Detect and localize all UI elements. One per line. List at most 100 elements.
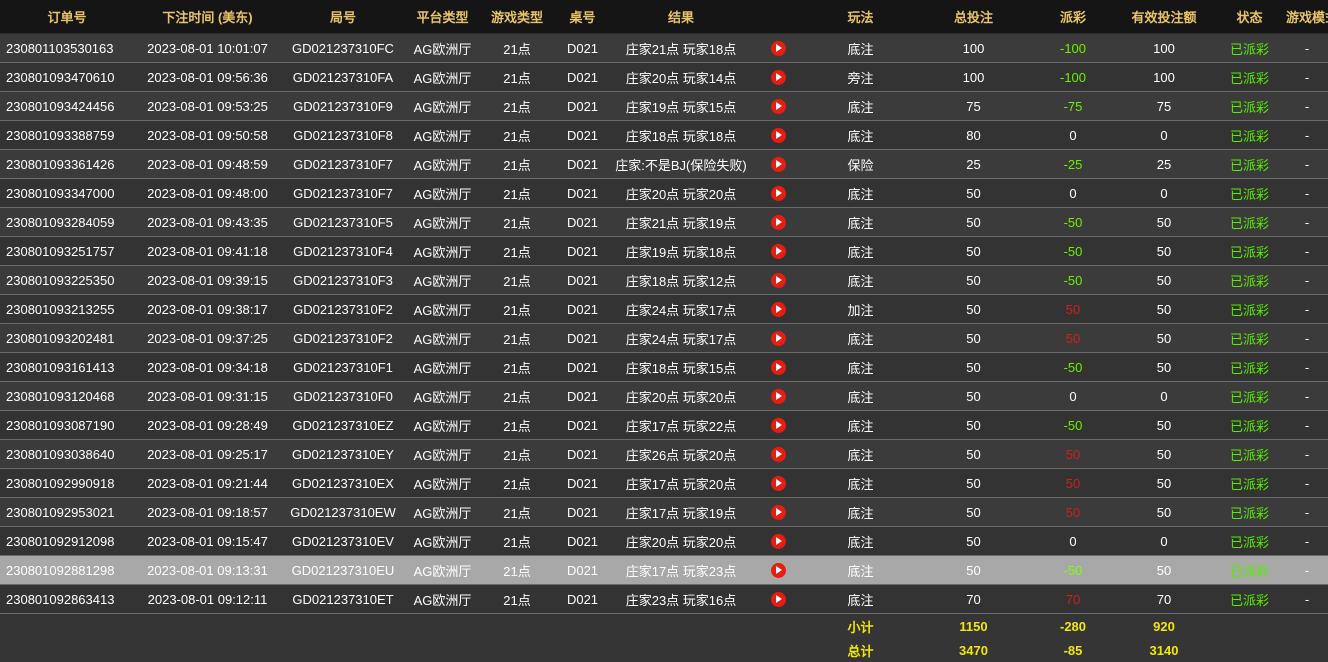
cell-play: 底注 [805,439,916,469]
cell-table-no: D021 [554,294,611,324]
replay-play-icon[interactable] [770,533,786,549]
table-row[interactable]: 230801093470610 2023-08-01 09:56:36 GD0212… [0,62,1328,92]
cell-game-type: 21点 [480,468,554,498]
replay-play-icon[interactable] [770,446,786,462]
cell-payout: -50 [1031,352,1115,382]
cell-table-no: D021 [554,323,611,353]
cell-valid-bet: 100 [1115,33,1213,63]
cell-total-bet: 50 [916,352,1031,382]
replay-play-icon[interactable] [770,185,786,201]
cell-game-mode: - [1286,91,1328,121]
cell-play: 底注 [805,584,916,614]
cell-result: 庄家20点 玩家20点 [611,526,751,556]
replay-play-icon[interactable] [770,359,786,375]
table-row[interactable]: 230801093361426 2023-08-01 09:48:59 GD0212… [0,149,1328,179]
replay-play-icon[interactable] [770,156,786,172]
cell-bet-time: 2023-08-01 09:12:11 [134,584,281,614]
cell-result: 庄家18点 玩家12点 [611,265,751,295]
cell-result: 庄家17点 玩家20点 [611,468,751,498]
cell-game-mode: - [1286,62,1328,92]
replay-play-icon[interactable] [770,475,786,491]
table-row[interactable]: 230801093213255 2023-08-01 09:38:17 GD0212… [0,294,1328,324]
cell-payout: -50 [1031,410,1115,440]
table-row[interactable]: 230801093251757 2023-08-01 09:41:18 GD0212… [0,236,1328,266]
cell-status: 已派彩 [1213,352,1286,382]
replay-play-icon[interactable] [770,98,786,114]
cell-order-id: 230801093361426 [0,149,134,179]
cell-status: 已派彩 [1213,120,1286,150]
cell-round-id: GD021237310F1 [281,352,405,382]
table-row[interactable]: 230801092990918 2023-08-01 09:21:44 GD0212… [0,468,1328,498]
cell-platform: AG欧洲厅 [405,294,480,324]
table-row[interactable]: 230801093161413 2023-08-01 09:34:18 GD0212… [0,352,1328,382]
cell-valid-bet: 50 [1115,207,1213,237]
cell-round-id: GD021237310F7 [281,149,405,179]
table-body: 230801103530163 2023-08-01 10:01:07 GD0212… [0,33,1328,614]
cell-valid-bet: 25 [1115,149,1213,179]
subtotal-valid-bet: 920 [1115,613,1213,638]
cell-platform: AG欧洲厅 [405,120,480,150]
table-row[interactable]: 230801093038640 2023-08-01 09:25:17 GD0212… [0,439,1328,469]
cell-round-id: GD021237310ET [281,584,405,614]
table-row[interactable]: 230801092863413 2023-08-01 09:12:11 GD0212… [0,584,1328,614]
replay-play-icon[interactable] [770,388,786,404]
table-row[interactable]: 230801092953021 2023-08-01 09:18:57 GD0212… [0,497,1328,527]
replay-play-icon[interactable] [770,214,786,230]
table-row[interactable]: 230801093284059 2023-08-01 09:43:35 GD0212… [0,207,1328,237]
cell-total-bet: 70 [916,584,1031,614]
table-row[interactable]: 230801092881298 2023-08-01 09:13:31 GD0212… [0,555,1328,585]
replay-play-icon[interactable] [770,69,786,85]
table-row[interactable]: 230801093424456 2023-08-01 09:53:25 GD0212… [0,91,1328,121]
table-row[interactable]: 230801093225350 2023-08-01 09:39:15 GD0212… [0,265,1328,295]
replay-play-icon[interactable] [770,40,786,56]
cell-play: 底注 [805,33,916,63]
table-row[interactable]: 230801103530163 2023-08-01 10:01:07 GD0212… [0,33,1328,63]
cell-round-id: GD021237310F8 [281,120,405,150]
cell-game-mode: - [1286,323,1328,353]
table-row[interactable]: 230801092912098 2023-08-01 09:15:47 GD0212… [0,526,1328,556]
table-row[interactable]: 230801093388759 2023-08-01 09:50:58 GD0212… [0,120,1328,150]
cell-game-mode: - [1286,265,1328,295]
replay-play-icon[interactable] [770,417,786,433]
cell-bet-time: 2023-08-01 09:34:18 [134,352,281,382]
cell-result: 庄家23点 玩家16点 [611,584,751,614]
replay-play-icon[interactable] [770,591,786,607]
cell-total-bet: 50 [916,236,1031,266]
cell-total-bet: 50 [916,555,1031,585]
cell-game-mode: - [1286,33,1328,63]
cell-bet-time: 2023-08-01 09:18:57 [134,497,281,527]
replay-play-icon[interactable] [770,562,786,578]
cell-order-id: 230801093161413 [0,352,134,382]
replay-play-icon[interactable] [770,504,786,520]
cell-game-mode: - [1286,410,1328,440]
cell-platform: AG欧洲厅 [405,584,480,614]
cell-bet-time: 2023-08-01 09:39:15 [134,265,281,295]
col-round-id: 局号 [281,0,405,34]
cell-table-no: D021 [554,149,611,179]
cell-game-mode: - [1286,207,1328,237]
cell-round-id: GD021237310FC [281,33,405,63]
cell-valid-bet: 50 [1115,323,1213,353]
cell-payout: -50 [1031,555,1115,585]
table-row[interactable]: 230801093120468 2023-08-01 09:31:15 GD0212… [0,381,1328,411]
cell-round-id: GD021237310EW [281,497,405,527]
cell-game-type: 21点 [480,497,554,527]
cell-platform: AG欧洲厅 [405,555,480,585]
replay-play-icon[interactable] [770,127,786,143]
table-row[interactable]: 230801093202481 2023-08-01 09:37:25 GD0212… [0,323,1328,353]
table-row[interactable]: 230801093347000 2023-08-01 09:48:00 GD0212… [0,178,1328,208]
cell-table-no: D021 [554,62,611,92]
replay-play-icon[interactable] [770,301,786,317]
cell-platform: AG欧洲厅 [405,439,480,469]
table-row[interactable]: 230801093087190 2023-08-01 09:28:49 GD0212… [0,410,1328,440]
grandtotal-valid-bet: 3140 [1115,638,1213,662]
cell-total-bet: 50 [916,207,1031,237]
replay-play-icon[interactable] [770,330,786,346]
cell-status: 已派彩 [1213,236,1286,266]
col-status: 状态 [1213,0,1286,34]
cell-table-no: D021 [554,91,611,121]
replay-play-icon[interactable] [770,272,786,288]
cell-game-mode: - [1286,468,1328,498]
replay-play-icon[interactable] [770,243,786,259]
cell-table-no: D021 [554,236,611,266]
